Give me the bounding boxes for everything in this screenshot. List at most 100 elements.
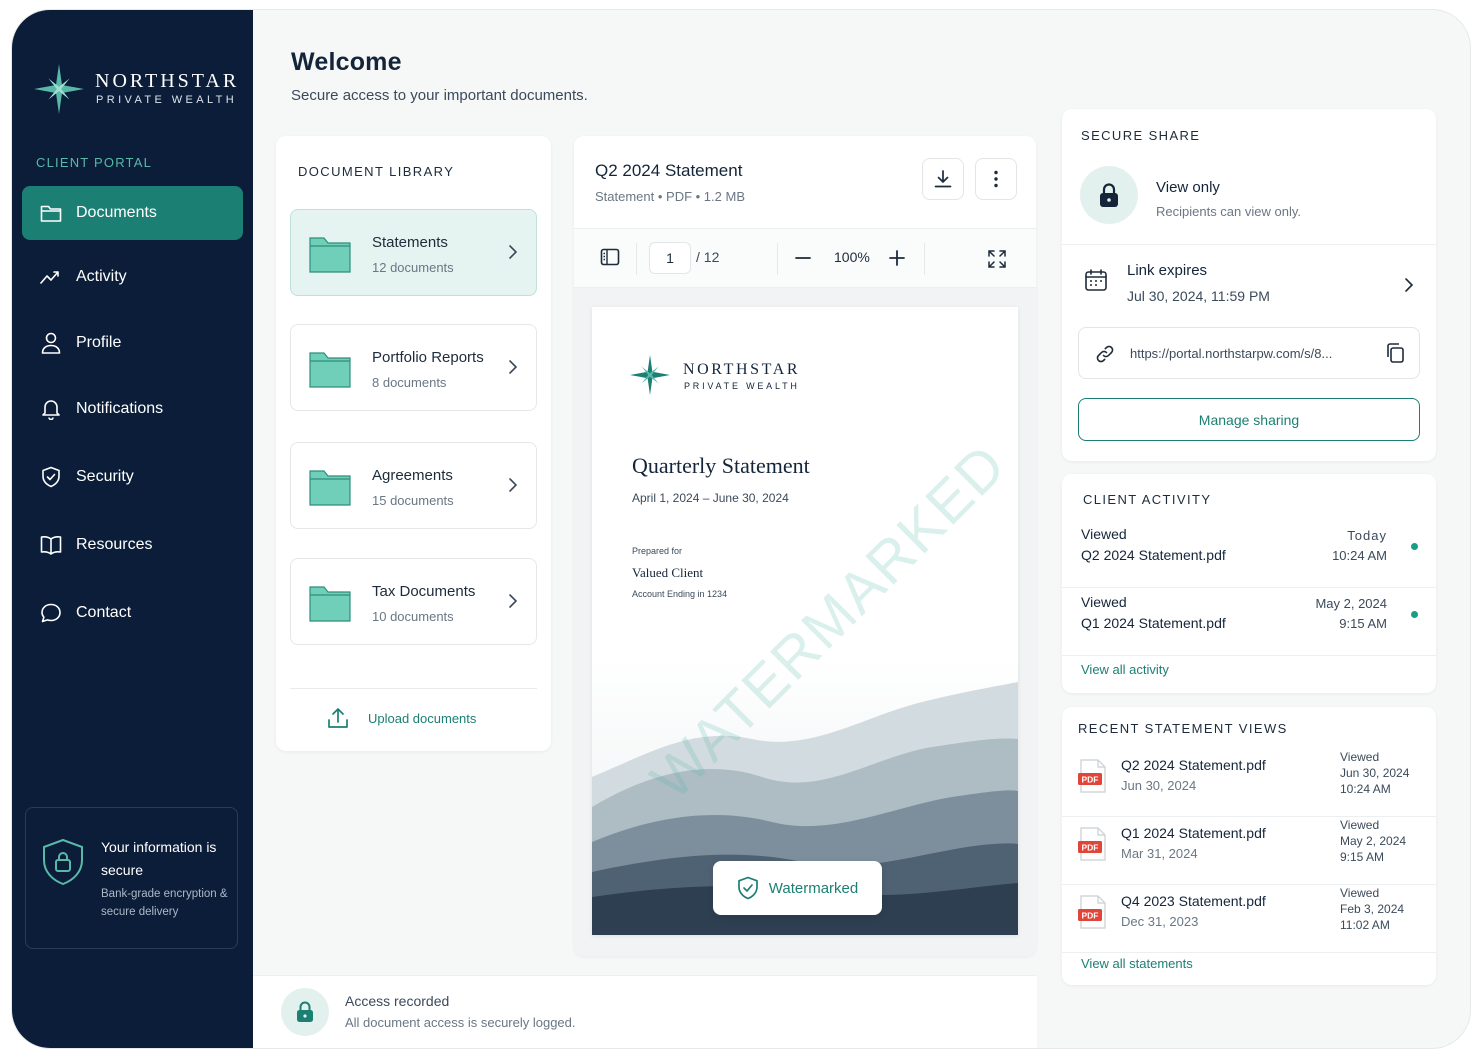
activity-date: May 2, 2024 (1315, 596, 1387, 611)
zoom-level: 100% (834, 249, 870, 265)
security-info-card: Your information is secure Bank-grade en… (25, 807, 238, 949)
lock-icon (1080, 166, 1138, 224)
portal-label: CLIENT PORTAL (36, 155, 153, 170)
activity-timestamp: Today 10:24 AM (1332, 526, 1387, 566)
share-mode-subtitle: Recipients can view only. (1156, 204, 1301, 219)
view-all-statements-link[interactable]: View all statements (1081, 956, 1193, 971)
svg-text:PDF: PDF (1082, 911, 1099, 921)
chevron-right-icon (509, 360, 518, 374)
folder-agreements[interactable]: Agreements 15 documents (290, 442, 537, 529)
zoom-in-button[interactable] (888, 249, 906, 267)
statement-date: Jun 30, 2024 (1121, 778, 1197, 793)
sidebar: NORTHSTAR PRIVATE WEALTH CLIENT PORTAL D… (12, 10, 253, 1048)
viewed-date: Jun 30, 2024 (1340, 766, 1410, 780)
sidebar-item-contact[interactable]: Contact (22, 586, 243, 640)
upload-documents-button[interactable]: Upload documents (326, 706, 476, 730)
divider (1062, 655, 1436, 656)
sidebar-item-label: Contact (76, 604, 132, 621)
divider (1062, 952, 1436, 953)
folder-name: Portfolio Reports (372, 349, 484, 366)
preview-client-name: Valued Client (632, 565, 704, 580)
north-star-icon (34, 64, 84, 114)
view-all-activity-link[interactable]: View all activity (1081, 662, 1169, 677)
unread-dot (1411, 543, 1418, 550)
chevron-right-icon (509, 478, 518, 492)
brand-subtitle: PRIVATE WEALTH (96, 94, 238, 106)
page-total: / 12 (696, 249, 720, 265)
activity-timestamp: May 2, 2024 9:15 AM (1315, 594, 1387, 634)
more-options-button[interactable] (975, 158, 1017, 200)
activity-time: 9:15 AM (1339, 616, 1387, 631)
folder-statements[interactable]: Statements 12 documents (290, 209, 537, 296)
viewed-date: May 2, 2024 (1340, 834, 1407, 848)
activity-row[interactable]: Viewed Q1 2024 Statement.pdf May 2, 2024… (1062, 586, 1436, 654)
statement-name: Q2 2024 Statement.pdf (1121, 757, 1266, 773)
preview-brand-name: NORTHSTAR (683, 361, 801, 378)
copy-icon[interactable] (1385, 342, 1405, 364)
folder-name: Agreements (372, 467, 453, 484)
folder-count: 15 documents (372, 493, 454, 508)
sidebar-item-security[interactable]: Security (22, 450, 243, 504)
access-subtitle: All document access is securely logged. (345, 1015, 576, 1030)
folder-count: 8 documents (372, 375, 447, 390)
sidebar-item-profile[interactable]: Profile (22, 316, 243, 370)
fullscreen-button[interactable] (987, 249, 1007, 269)
activity-date: Today (1347, 528, 1387, 543)
folder-tax-documents[interactable]: Tax Documents 10 documents (290, 558, 537, 645)
zoom-out-button[interactable] (794, 249, 812, 267)
folder-count: 10 documents (372, 609, 454, 624)
folder-icon (40, 202, 62, 224)
svg-text:PDF: PDF (1082, 775, 1099, 785)
share-link-url: https://portal.northstarpw.com/s/8... (1130, 346, 1333, 361)
svg-text:PDF: PDF (1082, 843, 1099, 853)
secure-subtitle: Bank-grade encryption & secure delivery (101, 888, 228, 918)
statement-row[interactable]: PDF Q4 2023 Statement.pdf Dec 31, 2023 V… (1062, 883, 1436, 951)
activity-file: Q1 2024 Statement.pdf (1081, 615, 1226, 631)
divider (290, 688, 537, 689)
manage-sharing-button[interactable]: Manage sharing (1078, 398, 1420, 441)
shield-icon (40, 466, 62, 488)
statement-row[interactable]: PDF Q1 2024 Statement.pdf Mar 31, 2024 V… (1062, 815, 1436, 883)
document-library: DOCUMENT LIBRARY Statements 12 documents… (276, 136, 551, 751)
sidebar-item-activity[interactable]: Activity (22, 250, 243, 304)
activity-row[interactable]: Viewed Q2 2024 Statement.pdf Today 10:24… (1062, 518, 1436, 586)
document-viewer: Q2 2024 Statement Statement • PDF • 1.2 … (574, 136, 1036, 956)
document-page[interactable]: NORTHSTAR PRIVATE WEALTH Quarterly State… (592, 307, 1018, 935)
pdf-file-icon: PDF (1078, 827, 1106, 861)
page-title: Welcome (291, 48, 402, 76)
share-link-field[interactable]: https://portal.northstarpw.com/s/8... (1078, 327, 1420, 379)
activity-title: CLIENT ACTIVITY (1083, 492, 1212, 507)
statement-name: Q4 2023 Statement.pdf (1121, 893, 1266, 909)
sidebar-item-label: Security (76, 468, 134, 485)
folder-icon (309, 470, 351, 506)
brand-logo: NORTHSTAR PRIVATE WEALTH (34, 64, 244, 114)
sidebar-item-label: Profile (76, 334, 122, 351)
viewed-info: Viewed Feb 3, 2024 11:02 AM (1340, 885, 1404, 933)
sidebar-toggle-button[interactable] (600, 248, 620, 266)
link-expiry-row[interactable]: Link expires Jul 30, 2024, 11:59 PM (1062, 246, 1436, 322)
viewed-label: Viewed (1340, 750, 1380, 764)
preview-date-range: April 1, 2024 – June 30, 2024 (632, 491, 789, 505)
folder-portfolio-reports[interactable]: Portfolio Reports 8 documents (290, 324, 537, 411)
folder-icon (309, 237, 351, 273)
recent-title: RECENT STATEMENT VIEWS (1078, 721, 1288, 736)
download-button[interactable] (922, 158, 964, 200)
secure-title: Your information is secure (101, 839, 217, 878)
activity-verb: Viewed (1081, 594, 1127, 610)
share-title: SECURE SHARE (1081, 128, 1201, 143)
sidebar-item-notifications[interactable]: Notifications (22, 382, 243, 436)
secure-share-panel: SECURE SHARE View only Recipients can vi… (1062, 109, 1436, 461)
expand-icon (988, 250, 1006, 268)
sidebar-item-resources[interactable]: Resources (22, 518, 243, 572)
divider (636, 243, 637, 275)
pdf-file-icon: PDF (1078, 759, 1106, 793)
chevron-right-icon (1405, 278, 1414, 292)
unread-dot (1411, 611, 1418, 618)
viewed-time: 9:15 AM (1340, 850, 1385, 864)
sidebar-item-documents[interactable]: Documents (22, 186, 243, 240)
statement-row[interactable]: PDF Q2 2024 Statement.pdf Jun 30, 2024 V… (1062, 747, 1436, 815)
expiry-date: Jul 30, 2024, 11:59 PM (1127, 288, 1270, 304)
chevron-right-icon (509, 245, 518, 259)
plus-icon (889, 250, 905, 266)
page-number-input[interactable]: 1 (649, 242, 691, 274)
